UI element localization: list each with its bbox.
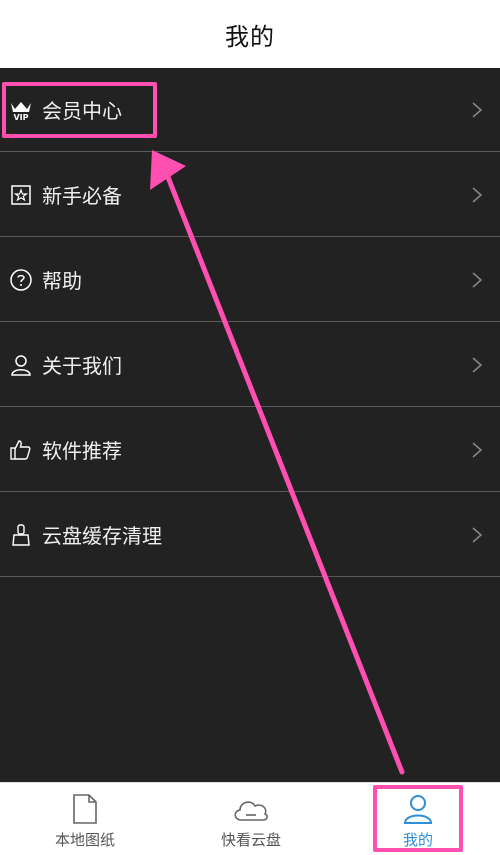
broom-icon (8, 522, 34, 548)
tab-local-drawings[interactable]: 本地图纸 (30, 783, 140, 855)
chevron-right-icon (470, 271, 484, 289)
tab-label: 快看云盘 (220, 831, 281, 849)
menu-item-label: 新手必备 (42, 184, 122, 208)
tab-cloud-drive[interactable]: 快看云盘 (196, 783, 306, 855)
menu-item-label: 云盘缓存清理 (42, 524, 162, 548)
chevron-right-icon (470, 186, 484, 204)
chevron-right-icon (470, 441, 484, 459)
menu-item-software-recommend[interactable]: 软件推荐 (0, 408, 500, 492)
document-icon (72, 793, 98, 825)
menu-item-label: 帮助 (42, 269, 82, 293)
annotation-highlight-tab (373, 785, 463, 852)
help-circle-icon (8, 267, 34, 293)
user-outline-icon (8, 352, 34, 378)
chevron-right-icon (470, 356, 484, 374)
menu-item-label: 软件推荐 (42, 439, 122, 463)
menu-item-about-us[interactable]: 关于我们 (0, 323, 500, 407)
menu-item-beginner-essentials[interactable]: 新手必备 (0, 153, 500, 237)
menu-list: VIP 会员中心 新手必备 帮助 关于我们 软件推荐 云盘缓存清理 (0, 68, 500, 782)
chevron-right-icon (470, 101, 484, 119)
page-title: 我的 (225, 22, 275, 51)
chevron-right-icon (470, 526, 484, 544)
annotation-highlight-vip (2, 82, 157, 138)
tab-label: 本地图纸 (54, 831, 115, 849)
thumbs-up-icon (8, 437, 34, 463)
menu-item-label: 关于我们 (42, 354, 122, 378)
top-header: 我的 (0, 0, 500, 68)
menu-item-help[interactable]: 帮助 (0, 238, 500, 322)
cloud-icon (231, 793, 271, 825)
menu-item-cloud-cache-clean[interactable]: 云盘缓存清理 (0, 493, 500, 577)
star-badge-icon (8, 182, 34, 208)
